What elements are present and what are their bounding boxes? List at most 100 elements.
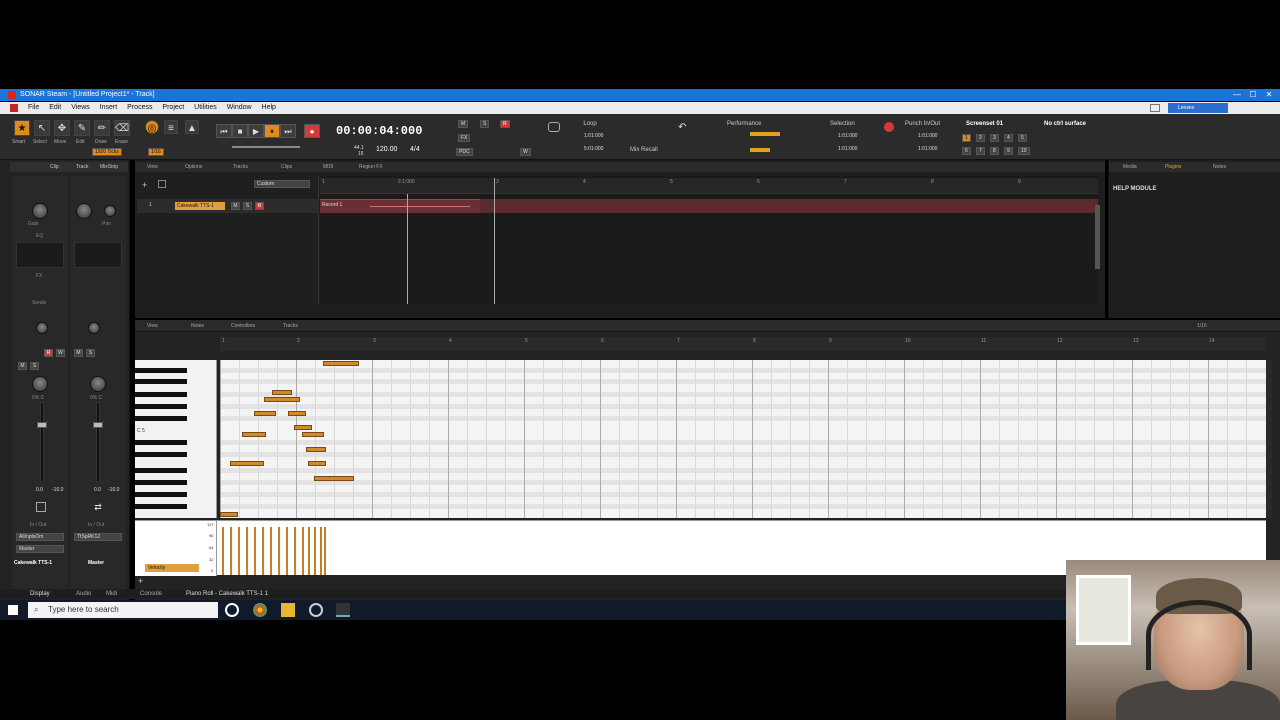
volume-fader-handle-master[interactable] xyxy=(93,422,103,428)
pause-button[interactable]: ⏸ xyxy=(264,124,280,138)
tv-menu-tracks[interactable]: Tracks xyxy=(233,164,248,170)
black-key[interactable] xyxy=(135,368,187,373)
selection-start[interactable]: 1:01:000 xyxy=(838,133,857,139)
screenset-7[interactable]: 7 xyxy=(976,147,985,155)
black-key[interactable] xyxy=(135,379,187,384)
punch-icon[interactable] xyxy=(884,122,894,132)
app-menu-icon[interactable] xyxy=(10,104,18,112)
midi-note[interactable] xyxy=(288,411,306,416)
selection-end[interactable]: 1:01:000 xyxy=(838,146,857,152)
tab-media[interactable]: Media xyxy=(1123,164,1137,170)
tv-menu-midi[interactable]: MIDI xyxy=(323,164,334,170)
pr-menu-controllers[interactable]: Controllers xyxy=(231,323,255,329)
black-key[interactable] xyxy=(135,392,187,397)
track-preset-dropdown[interactable]: Custom xyxy=(254,180,310,188)
midi-note[interactable] xyxy=(220,512,238,517)
record-arm-button[interactable]: R xyxy=(44,349,53,357)
sonar-taskbar-icon[interactable] xyxy=(309,603,323,617)
windows-start-icon[interactable] xyxy=(8,605,18,615)
mute-all-button[interactable]: M xyxy=(458,120,469,128)
midi-note[interactable] xyxy=(230,461,264,466)
menu-project[interactable]: Project xyxy=(158,102,188,114)
midi-note[interactable] xyxy=(314,476,354,481)
erase-tool-icon[interactable]: ⌫ xyxy=(114,120,130,136)
track-ruler[interactable]: 1 2:1:000 3 4 5 6 7 8 9 xyxy=(320,178,1098,194)
midi-note[interactable] xyxy=(272,390,292,395)
tv-menu-options[interactable]: Options xyxy=(185,164,202,170)
active-app-icon[interactable] xyxy=(336,603,350,617)
add-controller-icon[interactable]: + xyxy=(138,576,143,586)
move-tool-icon[interactable]: ✥ xyxy=(54,120,70,136)
midi-note[interactable] xyxy=(323,361,359,366)
smart-tool-icon[interactable]: ★ xyxy=(14,120,30,136)
menu-utilities[interactable]: Utilities xyxy=(190,102,221,114)
write-button[interactable]: W xyxy=(520,148,531,156)
screenset-6[interactable]: 6 xyxy=(962,147,971,155)
stop-button[interactable]: ■ xyxy=(232,124,248,138)
lenses-dropdown[interactable]: Lenses xyxy=(1168,103,1228,113)
track-view-scrollbar[interactable] xyxy=(1095,205,1100,269)
velocity-label[interactable]: Velocity xyxy=(145,564,199,572)
black-key[interactable] xyxy=(135,504,187,509)
track-options-icon[interactable] xyxy=(158,180,166,188)
screenset-4[interactable]: 4 xyxy=(1004,134,1013,142)
interleave-icon[interactable]: ⇄ xyxy=(92,502,104,512)
tab-console[interactable]: Console xyxy=(140,590,162,599)
track-mute-button[interactable]: M xyxy=(231,202,240,210)
midi-note[interactable] xyxy=(242,432,266,437)
close-button[interactable]: ✕ xyxy=(1262,89,1276,101)
minimize-button[interactable]: — xyxy=(1230,89,1244,101)
solo-button[interactable]: S xyxy=(30,362,39,370)
send-knob[interactable] xyxy=(36,322,48,334)
eq-graph-master[interactable] xyxy=(74,242,122,268)
track-record-button[interactable]: R xyxy=(255,202,264,210)
screenset-3[interactable]: 3 xyxy=(990,134,999,142)
tab-clip[interactable]: Clip xyxy=(50,164,59,170)
tab-audio[interactable]: Audio xyxy=(76,590,91,599)
meter-value[interactable]: 4/4 xyxy=(410,146,420,153)
input-dropdown[interactable]: AllInptsOm xyxy=(16,533,64,541)
clips-area[interactable] xyxy=(320,176,1098,304)
select-tool-icon[interactable]: ↖ xyxy=(34,120,50,136)
screenset-2[interactable]: 2 xyxy=(976,134,985,142)
tab-display[interactable]: Display xyxy=(30,590,50,599)
snap-icon[interactable]: ◎ xyxy=(145,120,159,134)
screenset-1[interactable]: 1 xyxy=(962,134,971,142)
maximize-button[interactable]: ☐ xyxy=(1246,89,1260,101)
midi-note[interactable] xyxy=(254,411,276,416)
edit-tool-icon[interactable]: ✎ xyxy=(74,120,90,136)
time-display[interactable]: 00:00:04:000 xyxy=(336,122,422,140)
midi-note[interactable] xyxy=(264,397,300,402)
mix-recall-label[interactable]: Mix Recall xyxy=(630,147,658,153)
tab-notes[interactable]: Notes xyxy=(1213,164,1226,170)
mute-button-master[interactable]: M xyxy=(74,349,83,357)
tempo-value[interactable]: 120.00 xyxy=(376,146,397,153)
black-key[interactable] xyxy=(135,492,187,497)
record-button[interactable]: ● xyxy=(304,124,320,138)
marks-icon[interactable]: ▲ xyxy=(185,120,199,134)
piano-keyboard[interactable]: C 5 xyxy=(135,360,217,518)
piano-roll-ruler[interactable]: 1 2 3 4 5 6 7 8 9 10 11 12 13 14 xyxy=(220,337,1266,351)
chrome-icon[interactable] xyxy=(253,603,267,617)
screenset-label[interactable]: Screenset 01 xyxy=(966,121,1003,127)
phase-icon[interactable] xyxy=(36,502,46,512)
loop-start[interactable]: 1:01:000 xyxy=(584,133,603,139)
punch-start[interactable]: 1:01:000 xyxy=(918,133,937,139)
screenset-8[interactable]: 8 xyxy=(990,147,999,155)
black-key[interactable] xyxy=(135,416,187,421)
loop-end[interactable]: 5:01:000 xyxy=(584,146,603,152)
add-track-icon[interactable]: + xyxy=(142,180,147,190)
fast-forward-button[interactable]: ⏭ xyxy=(280,124,296,138)
black-key[interactable] xyxy=(135,440,187,445)
menu-views[interactable]: Views xyxy=(67,102,94,114)
midi-note[interactable] xyxy=(308,461,326,466)
eq-graph[interactable] xyxy=(16,242,64,268)
tv-menu-view[interactable]: View xyxy=(147,164,158,170)
black-key[interactable] xyxy=(135,480,187,485)
fx-button[interactable]: FX xyxy=(458,134,471,142)
volume-fader-handle[interactable] xyxy=(37,422,47,428)
track-name[interactable]: Cakewalk TTS-1 xyxy=(175,202,225,210)
position-slider[interactable] xyxy=(232,146,300,148)
draw-tool-icon[interactable]: ✏ xyxy=(94,120,110,136)
taskbar-search[interactable]: ⌕ Type here to search xyxy=(28,602,218,618)
